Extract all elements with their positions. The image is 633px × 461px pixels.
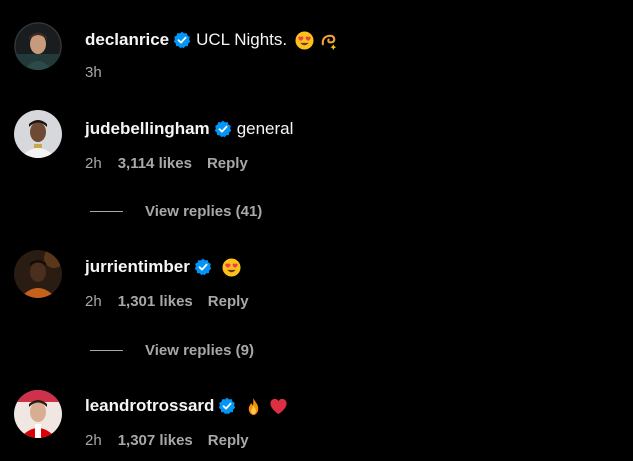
caption-time: 3h	[85, 63, 102, 81]
heart-eyes-emoji-icon	[295, 30, 314, 50]
view-replies-button[interactable]: View replies (41)	[90, 201, 262, 221]
comment-meta: 2h 3,114 likes Reply	[85, 153, 248, 173]
comment-row: jurrientimber 2h 1,301 likes Reply View …	[0, 235, 633, 375]
comment-line: leandrotrossard	[85, 394, 288, 418]
reply-button[interactable]: Reply	[208, 293, 249, 310]
replies-divider	[90, 210, 123, 212]
replies-divider	[90, 349, 123, 351]
verified-badge-icon	[218, 397, 236, 415]
avatar-declanrice[interactable]	[14, 22, 62, 70]
comment-username[interactable]: jurrientimber	[85, 257, 190, 277]
reply-button[interactable]: Reply	[208, 432, 249, 449]
fire-emoji-icon	[244, 397, 263, 416]
verified-badge-icon	[194, 258, 212, 276]
caption-line: declanrice UCL Nights.	[85, 28, 339, 52]
comment-meta: 2h 1,307 likes Reply	[85, 430, 249, 450]
comment-time: 2h	[85, 154, 102, 172]
heart-eyes-emoji-icon	[222, 257, 241, 277]
comment-text: general	[236, 119, 294, 138]
view-replies-label: View replies (41)	[145, 202, 263, 220]
comment-time: 2h	[85, 431, 102, 449]
dizzy-emoji-icon	[320, 31, 339, 50]
red-heart-emoji-icon	[269, 397, 288, 416]
view-replies-label: View replies (9)	[145, 341, 254, 359]
comment-line: jurrientimber	[85, 255, 241, 279]
comment-username[interactable]: leandrotrossard	[85, 396, 214, 416]
comment-likes[interactable]: 1,307 likes	[118, 432, 193, 449]
comment-line: judebellingham general	[85, 117, 293, 141]
comment-row: judebellingham general 2h 3,114 likes Re…	[0, 95, 633, 235]
avatar-jurrientimber[interactable]	[14, 250, 62, 298]
reply-button[interactable]: Reply	[207, 155, 248, 172]
caption-username[interactable]: declanrice	[85, 30, 169, 50]
comment-row: leandrotrossard 2h 1,307 likes Reply	[0, 375, 633, 461]
caption-text: UCL Nights.	[196, 30, 288, 49]
comment-meta: 2h 1,301 likes Reply	[85, 291, 249, 311]
verified-badge-icon	[173, 31, 191, 49]
avatar-leandrotrossard[interactable]	[14, 390, 62, 438]
view-replies-button[interactable]: View replies (9)	[90, 340, 254, 360]
comment-likes[interactable]: 1,301 likes	[118, 293, 193, 310]
comment-time: 2h	[85, 292, 102, 310]
caption-row: declanrice UCL Nights. 3h	[0, 0, 633, 95]
avatar-judebellingham[interactable]	[14, 110, 62, 158]
comment-likes[interactable]: 3,114 likes	[118, 155, 192, 172]
comment-username[interactable]: judebellingham	[85, 119, 210, 139]
verified-badge-icon	[214, 120, 232, 138]
caption-meta: 3h	[85, 62, 102, 82]
